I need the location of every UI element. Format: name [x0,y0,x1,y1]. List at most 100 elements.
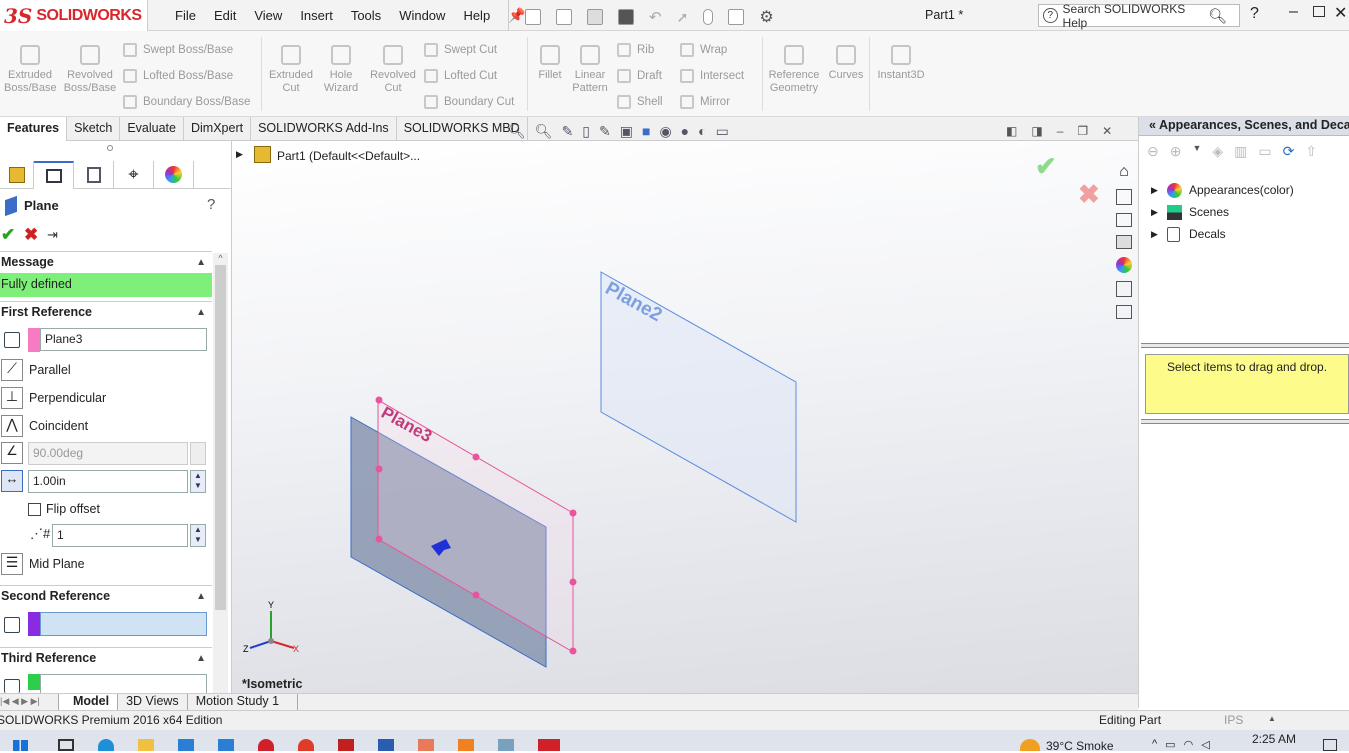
collapse-icon[interactable]: ▲ [196,653,206,664]
windows-start-icon[interactable] [13,740,28,751]
undo-icon[interactable]: ↶ [649,8,662,26]
previous-view-icon[interactable]: ✎ [562,123,574,140]
third-reference-field[interactable] [40,674,207,693]
file-properties-icon[interactable] [728,9,745,25]
panel-scrollbar[interactable]: ^ [213,253,228,693]
hide-show-icon[interactable]: ◉ [659,123,671,140]
confirm-cancel-icon[interactable]: ✖ [1078,179,1100,210]
confirm-ok-icon[interactable]: ✔ [1035,151,1057,182]
handle-point[interactable] [472,453,480,461]
dimxpert-manager-tab[interactable]: ⌖ [114,161,154,188]
task-view-icon[interactable] [58,739,74,751]
tab-model[interactable]: Model [58,694,119,710]
collapse-task-pane-icon[interactable]: « [1149,118,1156,132]
menu-insert[interactable]: Insert [291,8,342,23]
mail-icon[interactable] [218,739,234,751]
tree-item-decals[interactable]: ▶ Decals [1151,223,1294,245]
close-icon[interactable]: ✕ [1334,3,1347,23]
apply-scene-icon[interactable]: ◐ [698,123,706,140]
tab-3d-views[interactable]: 3D Views [118,694,188,710]
scrollbar-thumb[interactable] [215,265,226,610]
handle-point[interactable] [375,535,383,543]
new-document-icon[interactable] [525,9,541,25]
plane2[interactable]: Plane2 [600,271,797,523]
menu-file[interactable]: File [166,8,205,23]
tree-item-scenes[interactable]: ▶ Scenes [1151,201,1294,223]
collapse-icon[interactable]: ▲ [196,257,206,268]
intersect-button[interactable]: Intersect [680,69,744,83]
fillet-button[interactable]: Fillet [532,45,568,82]
design-library-icon[interactable] [1116,189,1132,205]
menu-window[interactable]: Window [390,8,454,23]
vlc-icon[interactable] [458,739,474,751]
property-manager-tab[interactable] [34,161,74,189]
chrome-icon[interactable] [298,739,314,751]
save-icon[interactable] [587,9,603,25]
select-icon[interactable]: ➚ [677,9,689,26]
menu-edit[interactable]: Edit [205,8,245,23]
curves-button[interactable]: Curves [826,45,866,82]
tab-addins[interactable]: SOLIDWORKS Add-Ins [251,117,397,140]
solidworks-logo[interactable]: 3S SOLIDWORKS [0,0,148,31]
angle-icon[interactable]: ∠ [1,442,23,464]
handle-point[interactable] [569,578,577,586]
pdf-icon[interactable] [338,739,354,751]
tab-features[interactable]: Features [0,117,68,141]
units-dropdown-icon[interactable]: ▲ [1268,714,1276,723]
menu-view[interactable]: View [245,8,291,23]
paint-icon[interactable] [418,739,434,751]
store-icon[interactable] [178,739,194,751]
expand-icon[interactable]: ▶ [1151,207,1167,218]
message-section-header[interactable]: Message ▲ [0,251,212,273]
view-settings-icon[interactable]: ▭ [716,123,729,140]
handle-point[interactable] [569,647,577,655]
configuration-manager-tab[interactable] [74,161,114,188]
view-palette-icon[interactable] [1116,235,1132,249]
revolved-boss-button[interactable]: Revolved Boss/Base [63,45,117,95]
feature-manager-tab[interactable] [0,161,34,188]
rebuild-icon[interactable] [703,9,714,25]
number-of-planes-field[interactable]: 1 [52,524,188,547]
help-button[interactable]: ? [207,196,215,213]
add-folder-icon[interactable]: ◈ [1212,143,1223,160]
pane-divider[interactable] [1141,419,1349,424]
viewport-close-icon[interactable]: ✕ [1102,124,1112,138]
tab-dimxpert[interactable]: DimXpert [184,117,252,140]
edge-icon[interactable] [98,739,114,751]
reference-geometry-button[interactable]: Reference Geometry [764,45,824,95]
word-icon[interactable] [378,739,394,751]
graphics-area[interactable]: ▶ Part1 (Default<<Default>... Plane2 Pla… [232,141,1138,693]
boundary-cut-button[interactable]: Boundary Cut [424,95,514,109]
ok-icon[interactable]: ✔ [1,225,15,245]
parallel-option[interactable]: ⟋ Parallel [0,359,212,381]
tab-evaluate[interactable]: Evaluate [120,117,184,140]
volume-icon[interactable]: ◁ [1201,738,1209,751]
section-view-icon[interactable]: ▯ [582,123,590,140]
battery-icon[interactable]: ▭ [1165,738,1175,751]
collapse-icon[interactable]: ▲ [196,307,206,318]
solidworks-taskbar-icon[interactable] [538,739,560,751]
collapse-icon[interactable]: ▲ [196,591,206,602]
handle-point[interactable] [569,509,577,517]
pane-divider[interactable] [1141,343,1349,348]
perpendicular-option[interactable]: ⊥ Perpendicular [0,387,212,409]
boundary-boss-button[interactable]: Boundary Boss/Base [123,95,250,109]
hole-wizard-button[interactable]: Hole Wizard [318,45,364,95]
notification-icon[interactable] [1323,739,1337,751]
second-reference-header[interactable]: Second Reference ▲ [0,585,212,607]
file-explorer-taskbar-icon[interactable] [138,739,154,751]
display-manager-tab[interactable] [154,161,194,188]
lofted-boss-button[interactable]: Lofted Boss/Base [123,69,233,83]
viewport-minimize-icon[interactable]: – [1057,124,1064,138]
offset-distance-field[interactable]: 1.00in [28,470,188,493]
draft-button[interactable]: Draft [617,69,662,83]
scroll-up-icon[interactable]: ^ [213,253,228,263]
tab-motion-study[interactable]: Motion Study 1 [188,694,299,710]
back-icon[interactable]: ⊖ [1147,143,1159,160]
tab-nav-arrows[interactable]: |◀ ◀ ▶ ▶| [0,694,58,710]
rib-button[interactable]: Rib [617,43,654,57]
offset-spinner[interactable]: ▲ ▼ [190,470,206,493]
file-explorer-icon[interactable] [1116,213,1132,227]
angle-spinner[interactable] [190,442,206,465]
refresh-icon[interactable]: ⟳ [1283,143,1295,160]
